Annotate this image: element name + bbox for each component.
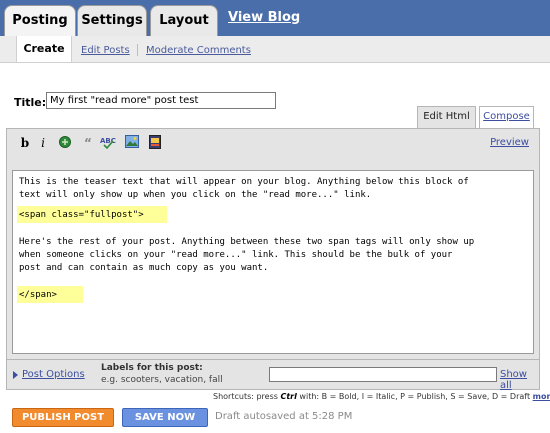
- editor-line: </span>: [19, 290, 57, 300]
- title-label: Title:: [14, 96, 47, 109]
- link-icon[interactable]: [57, 135, 73, 151]
- subnav-divider: [137, 44, 138, 56]
- shortcuts-prefix: Shortcuts: press: [213, 392, 278, 401]
- labels-input[interactable]: [269, 367, 497, 382]
- svg-text:ABC: ABC: [100, 137, 116, 145]
- shortcuts-list: B = Bold, I = Italic, P = Publish, S = S…: [321, 392, 531, 401]
- save-now-button[interactable]: SAVE NOW: [122, 408, 208, 427]
- editor-line: when someone clicks on your "read more..…: [19, 250, 453, 260]
- editor-toolbar: b i “ ABC Preview: [7, 129, 539, 169]
- subtab-create[interactable]: Create: [16, 36, 72, 62]
- show-all-link[interactable]: Show all: [500, 369, 539, 391]
- image-icon[interactable]: [124, 135, 140, 151]
- post-options-link[interactable]: Post Options: [22, 369, 85, 380]
- editor-line: Here's the rest of your post. Anything b…: [19, 237, 475, 247]
- blockquote-icon[interactable]: “: [80, 135, 96, 151]
- tab-layout[interactable]: Layout: [150, 5, 218, 36]
- top-nav-bar: Posting Settings Layout View Blog: [0, 0, 550, 36]
- publish-post-button[interactable]: PUBLISH POST: [12, 408, 114, 427]
- shortcuts-with: with:: [299, 392, 320, 401]
- italic-button[interactable]: i: [35, 135, 51, 151]
- shortcuts-hint: Shortcuts: press Ctrl with: B = Bold, I …: [213, 392, 550, 401]
- subtab-moderate-comments[interactable]: Moderate Comments: [146, 45, 251, 56]
- editor-line: text will only show up when you click on…: [19, 190, 372, 200]
- expand-arrow-icon[interactable]: [13, 371, 18, 379]
- draft-status: Draft autosaved at 5:28 PM: [215, 411, 353, 422]
- tab-edit-html[interactable]: Edit Html: [417, 106, 476, 128]
- editor-line: <span class="fullpost">: [19, 210, 144, 220]
- bold-button[interactable]: b: [17, 135, 33, 151]
- editor-line: This is the teaser text that will appear…: [19, 177, 469, 187]
- post-body-textarea[interactable]: This is the teaser text that will appear…: [12, 170, 534, 354]
- tab-compose[interactable]: Compose: [479, 106, 534, 128]
- shortcuts-key: Ctrl: [280, 392, 297, 401]
- subtab-edit-posts[interactable]: Edit Posts: [81, 45, 130, 56]
- editor-line: post and can contain as much copy as you…: [19, 263, 269, 273]
- tab-settings[interactable]: Settings: [77, 5, 147, 36]
- preview-link[interactable]: Preview: [490, 137, 529, 148]
- shortcuts-more-link[interactable]: more: [533, 392, 550, 401]
- view-blog-link[interactable]: View Blog: [228, 10, 300, 25]
- labels-example: e.g. scooters, vacation, fall: [101, 375, 223, 385]
- title-input[interactable]: My first "read more" post test: [46, 92, 276, 109]
- post-options-row: Post Options Labels for this post: e.g. …: [6, 360, 540, 391]
- labels-label: Labels for this post:: [101, 363, 203, 373]
- editor-panel: b i “ ABC Preview This is the teaser tex…: [6, 128, 540, 360]
- spellcheck-icon[interactable]: ABC: [100, 135, 116, 151]
- tab-posting[interactable]: Posting: [4, 5, 76, 36]
- video-icon[interactable]: [147, 135, 163, 151]
- sub-nav-bar: Create Edit Posts Moderate Comments: [0, 36, 550, 63]
